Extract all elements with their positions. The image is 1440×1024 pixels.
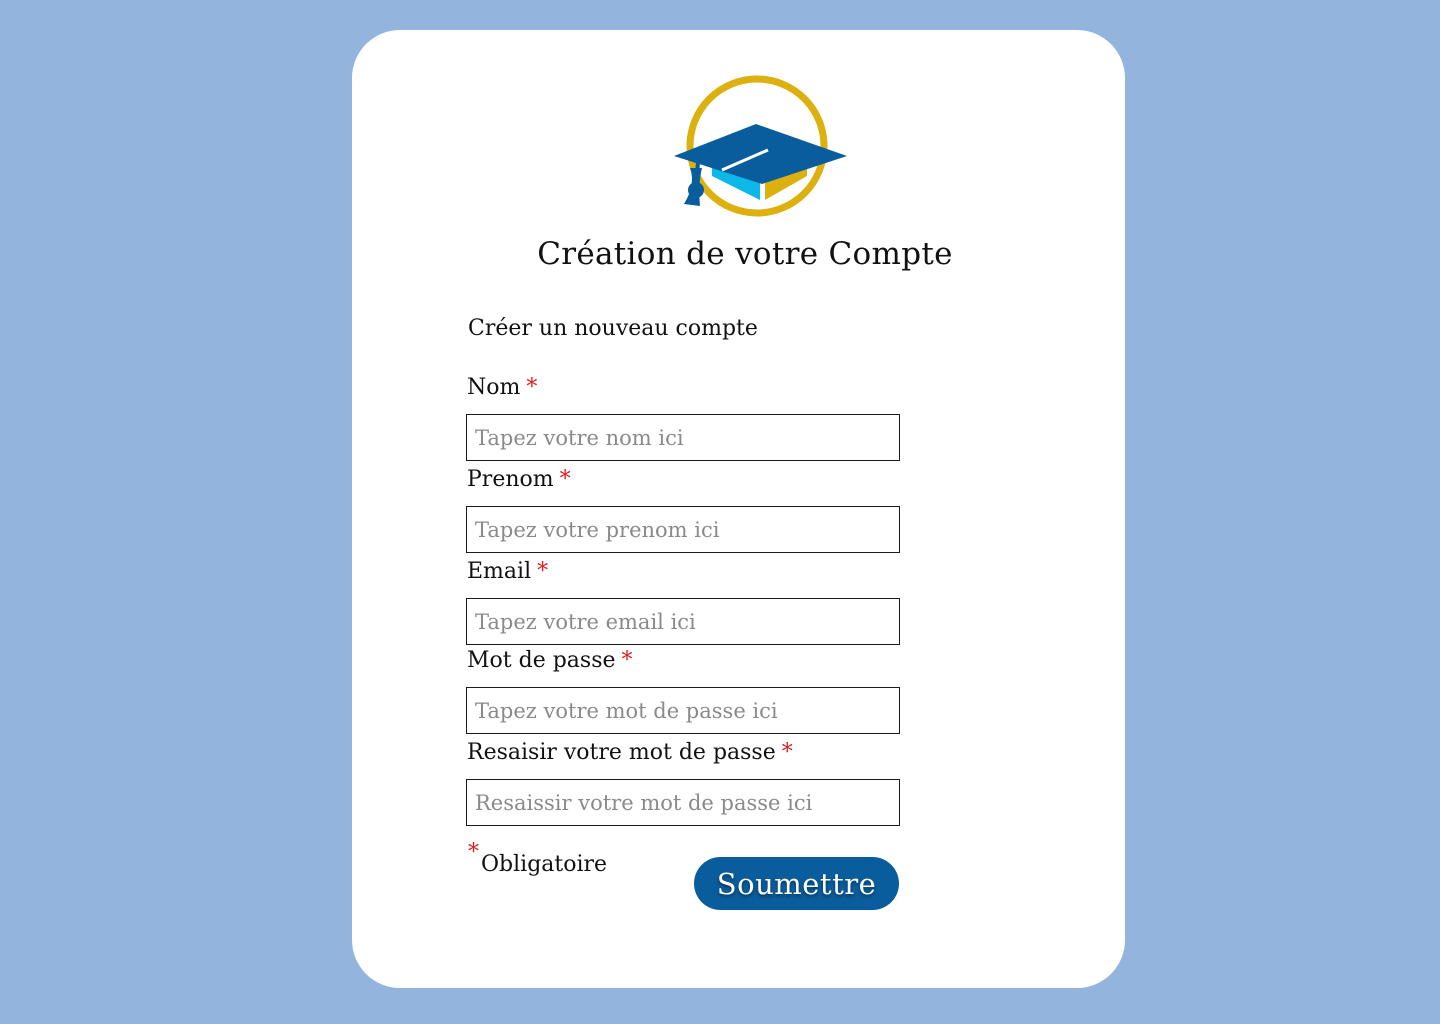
prenom-label-text: Prenom — [467, 467, 554, 492]
graduation-cap-logo — [674, 75, 847, 217]
confirm-password-label: Resaisir votre mot de passe * — [467, 740, 793, 765]
required-star: * — [621, 648, 633, 673]
form-subtitle: Créer un nouveau compte — [468, 316, 758, 341]
prenom-input[interactable] — [466, 506, 900, 553]
prenom-label: Prenom * — [467, 467, 571, 492]
password-input[interactable] — [466, 687, 900, 734]
nom-label-text: Nom — [467, 375, 521, 400]
password-label-text: Mot de passe — [467, 648, 616, 673]
required-note: *Obligatoire — [468, 840, 608, 877]
submit-button[interactable]: Soumettre — [694, 857, 899, 910]
nom-input[interactable] — [466, 414, 900, 461]
required-star: * — [559, 467, 571, 492]
page-title: Création de votre Compte — [537, 236, 953, 272]
required-star: * — [781, 740, 793, 765]
password-label: Mot de passe * — [467, 648, 633, 673]
required-star: * — [537, 559, 549, 584]
signup-card: Création de votre Compte Créer un nouvea… — [352, 30, 1125, 988]
required-star: * — [468, 840, 479, 865]
confirm-password-input[interactable] — [466, 779, 900, 826]
email-label-text: Email — [467, 559, 532, 584]
confirm-password-label-text: Resaisir votre mot de passe — [467, 740, 776, 765]
email-input[interactable] — [466, 598, 900, 645]
email-label: Email * — [467, 559, 548, 584]
required-star: * — [526, 375, 538, 400]
nom-label: Nom * — [467, 375, 537, 400]
required-note-text: Obligatoire — [481, 852, 608, 877]
